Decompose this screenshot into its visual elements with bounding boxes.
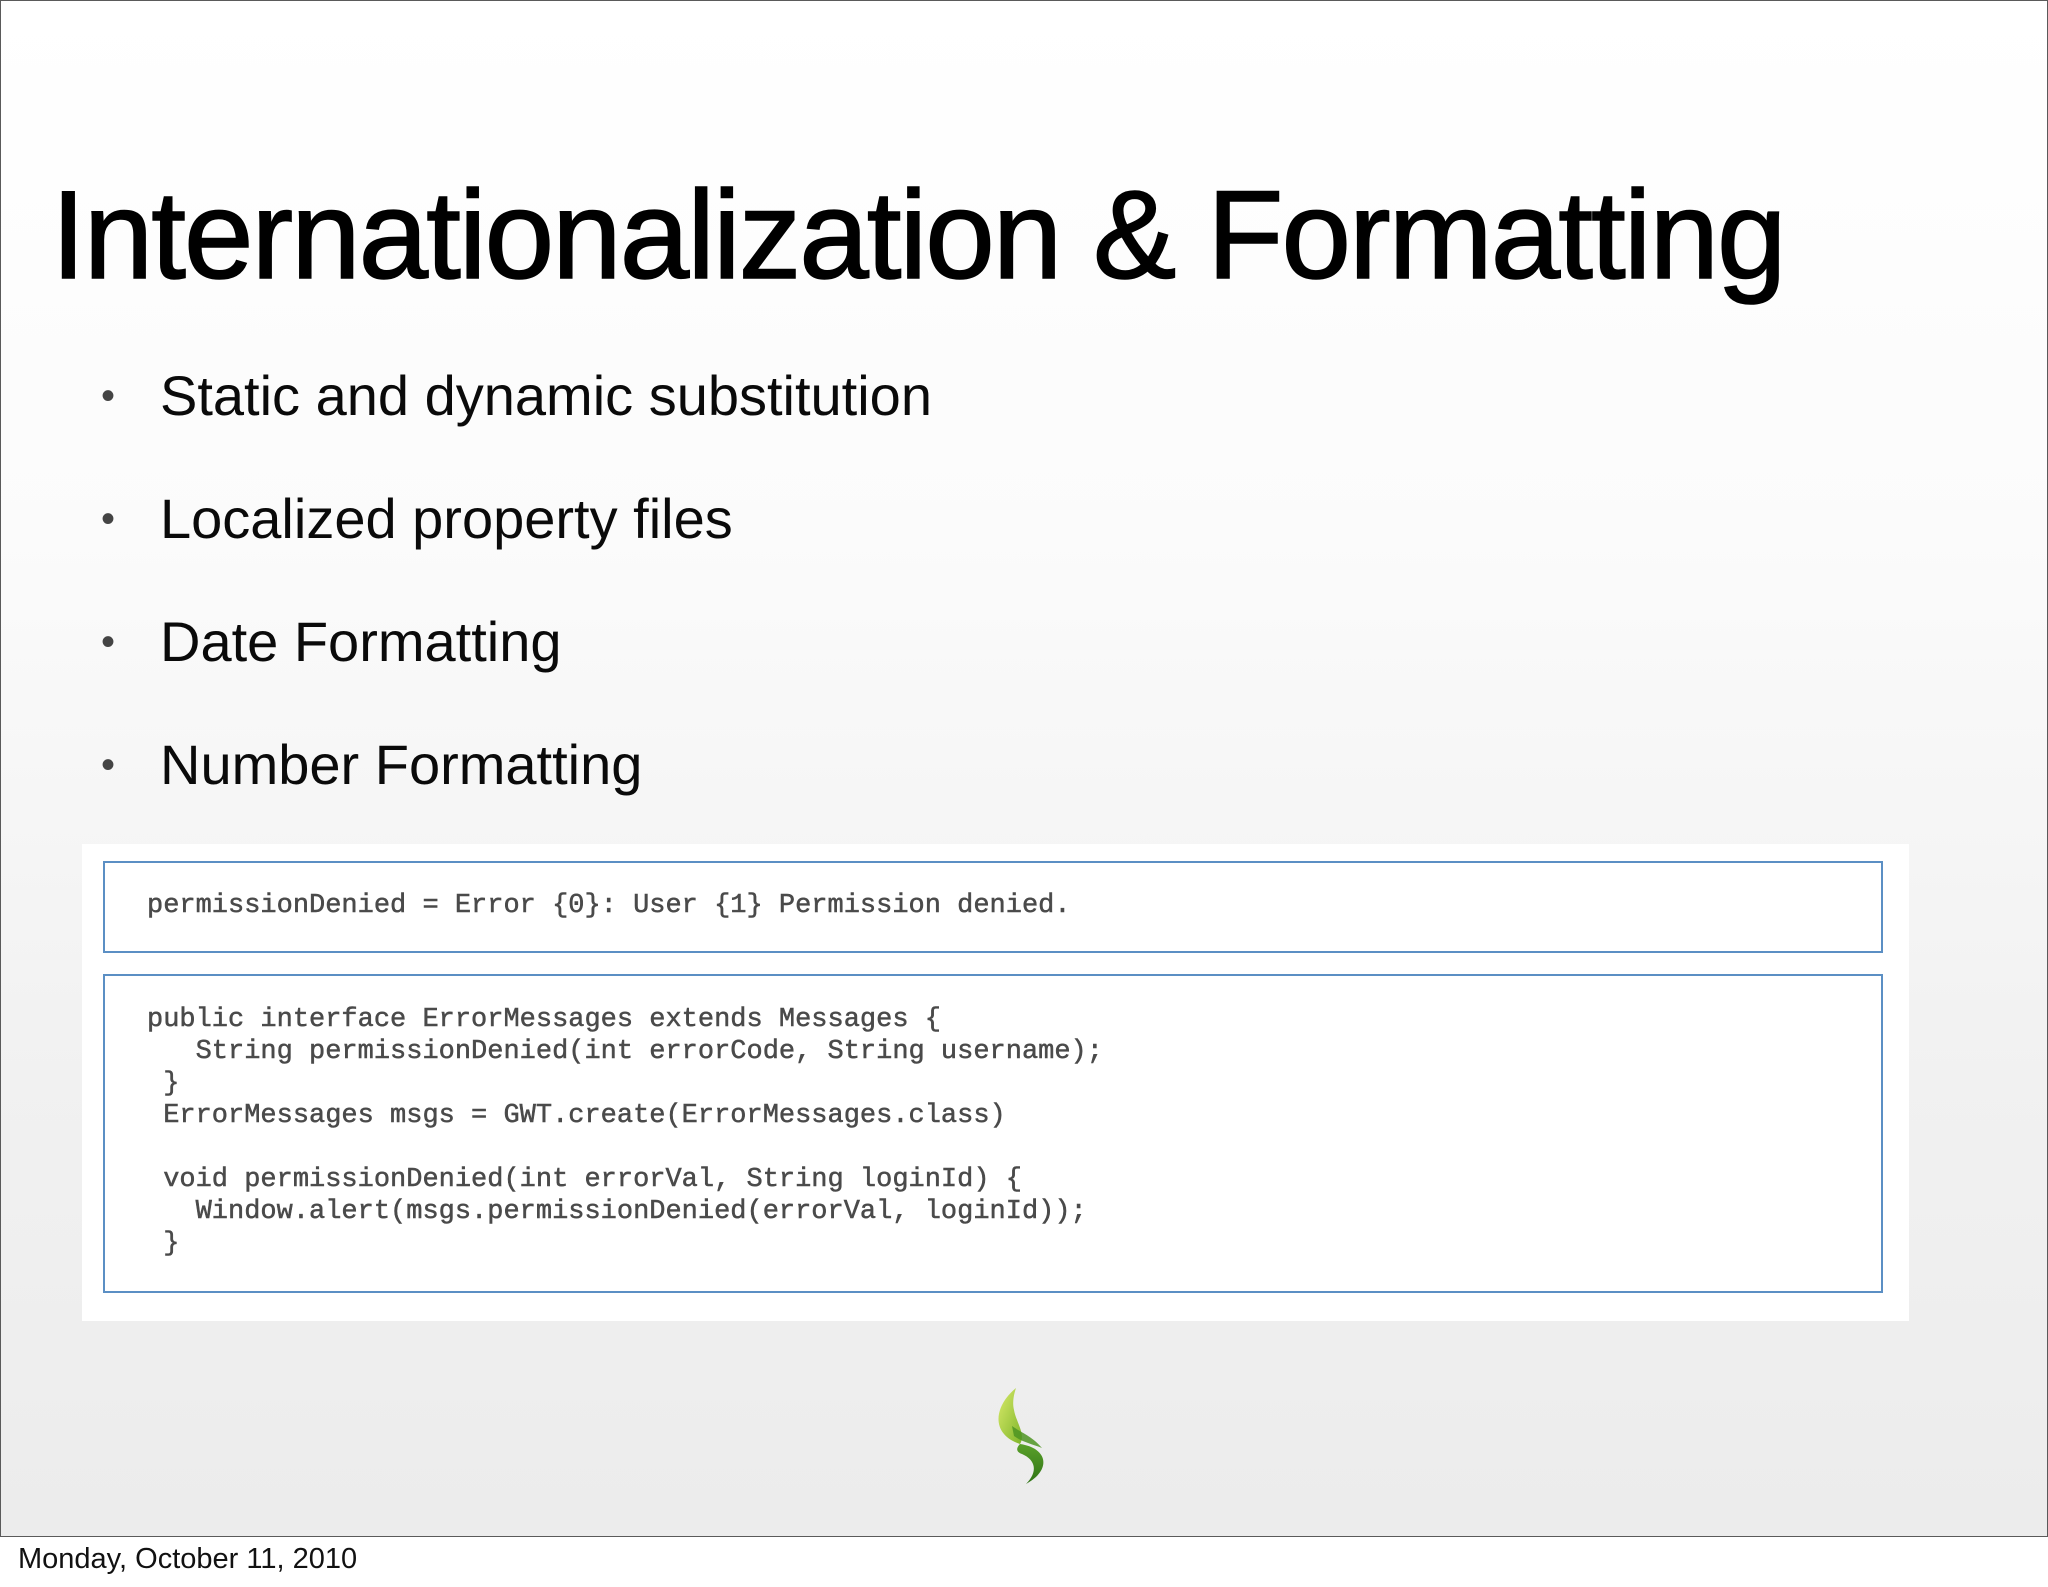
code-line: } [147, 1069, 180, 1100]
code-line: } [147, 1229, 180, 1260]
properties-code-box: permissionDenied = Error {0}: User {1} P… [103, 861, 1883, 953]
bullet-dot-icon: • [101, 497, 116, 541]
slide-title: Internationalization & Formatting [50, 165, 1787, 306]
footer-date: Monday, October 11, 2010 [18, 1543, 358, 1575]
code-screenshot-panel: permissionDenied = Error {0}: User {1} P… [82, 844, 1909, 1321]
code-line: String permissionDenied(int errorCode, S… [147, 1037, 1103, 1068]
bullet-dot-icon: • [101, 743, 116, 787]
code-line: permissionDenied = Error {0}: User {1} P… [147, 891, 1071, 922]
bullet-text: Date Formatting [160, 610, 562, 673]
bullet-text: Number Formatting [160, 733, 643, 796]
java-code-box: public interface ErrorMessages extends M… [103, 974, 1883, 1293]
bullet-text: Static and dynamic substitution [160, 364, 932, 427]
bullet-dot-icon: • [101, 374, 116, 418]
bullet-dot-icon: • [101, 620, 116, 664]
code-line: void permissionDenied(int errorVal, Stri… [147, 1165, 1022, 1196]
code-line: Window.alert(msgs.permissionDenied(error… [147, 1197, 1087, 1228]
bullet-text: Localized property files [160, 487, 733, 550]
slide: Internationalization & Formatting • Stat… [0, 0, 2048, 1537]
code-line: public interface ErrorMessages extends M… [147, 1005, 941, 1036]
code-line: ErrorMessages msgs = GWT.create(ErrorMes… [147, 1101, 1006, 1132]
green-leaf-s-logo-icon [998, 1388, 1044, 1484]
